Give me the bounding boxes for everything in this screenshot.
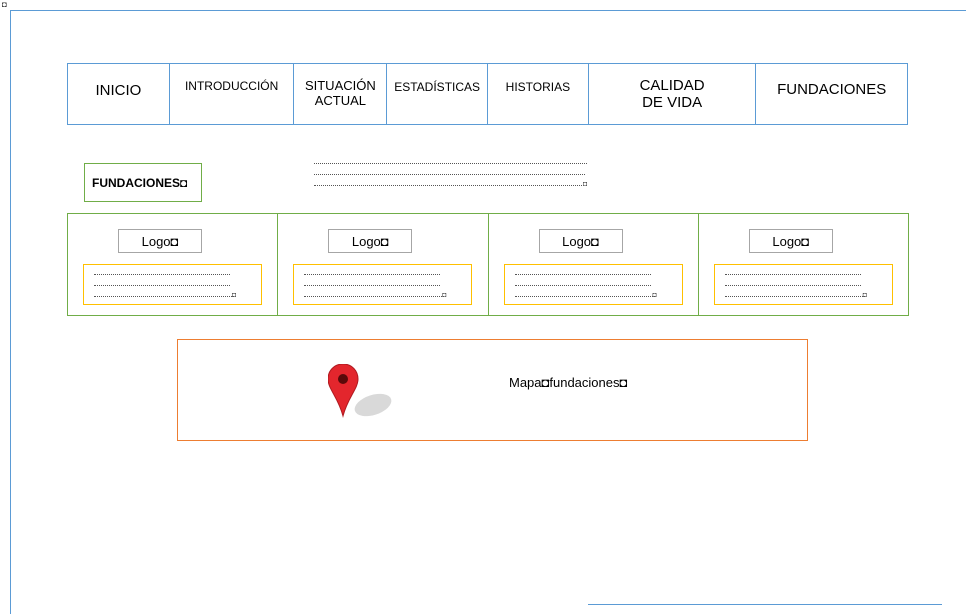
- page-frame-bottom-border: [588, 604, 942, 605]
- nav-item-calidad-de-vida[interactable]: CALIDAD DE VIDA: [589, 64, 757, 124]
- nav-item-situacion-actual[interactable]: SITUACIÓN ACTUAL: [294, 64, 388, 124]
- page-frame-top-border: [10, 10, 966, 11]
- map-panel[interactable]: Mapa◘fundaciones◘: [177, 339, 808, 441]
- foundation-description-placeholder: ◘: [503, 264, 683, 305]
- top-navigation: INICIO INTRODUCCIÓN SITUACIÓN ACTUAL ESTADÍS…: [67, 63, 908, 125]
- foundation-description-placeholder: ◘: [713, 264, 893, 305]
- foundation-card: Logo◘ ◘: [67, 213, 279, 316]
- foundation-logo-placeholder[interactable]: Logo◘: [118, 229, 202, 253]
- map-pin-icon: [328, 364, 392, 418]
- nav-item-label: ESTADÍSTICAS: [394, 80, 481, 94]
- nav-item-label: CALIDAD: [639, 77, 705, 94]
- nav-item-inicio[interactable]: INICIO: [68, 64, 170, 124]
- foundation-cards-row: Logo◘ ◘ Logo◘ ◘ Logo◘ ◘ Logo◘ ◘: [67, 213, 909, 316]
- nav-item-label: HISTORIAS: [505, 80, 571, 94]
- nav-item-label: SITUACIÓN: [304, 78, 376, 93]
- foundation-logo-placeholder[interactable]: Logo◘: [748, 229, 833, 253]
- map-label: Mapa◘fundaciones◘: [509, 375, 628, 390]
- fundaciones-section-title: FUNDACIONES◘: [84, 163, 202, 202]
- foundation-description-placeholder: ◘: [83, 264, 262, 305]
- foundation-logo-placeholder[interactable]: Logo◘: [328, 229, 413, 253]
- nav-item-historias[interactable]: HISTORIAS: [488, 64, 589, 124]
- foundation-card: Logo◘ ◘: [277, 213, 489, 316]
- corner-glyph: ◘: [2, 0, 7, 9]
- foundation-logo-placeholder[interactable]: Logo◘: [538, 229, 623, 253]
- nav-item-fundaciones[interactable]: FUNDACIONES: [756, 64, 907, 124]
- nav-item-label: DE VIDA: [642, 94, 703, 111]
- foundation-card: Logo◘ ◘: [697, 213, 909, 316]
- nav-item-estadisticas[interactable]: ESTADÍSTICAS: [387, 64, 489, 124]
- nav-item-label: INTRODUCCIÓN: [184, 79, 279, 93]
- nav-item-label: FUNDACIONES: [777, 81, 887, 98]
- foundation-card: Logo◘ ◘: [487, 213, 699, 316]
- section-description-placeholder: ◘: [314, 160, 589, 190]
- page-frame-left-border: [10, 10, 11, 614]
- nav-item-label: INICIO: [95, 82, 142, 99]
- foundation-description-placeholder: ◘: [293, 264, 473, 305]
- nav-item-label: ACTUAL: [314, 93, 366, 108]
- nav-item-introduccion[interactable]: INTRODUCCIÓN: [170, 64, 295, 124]
